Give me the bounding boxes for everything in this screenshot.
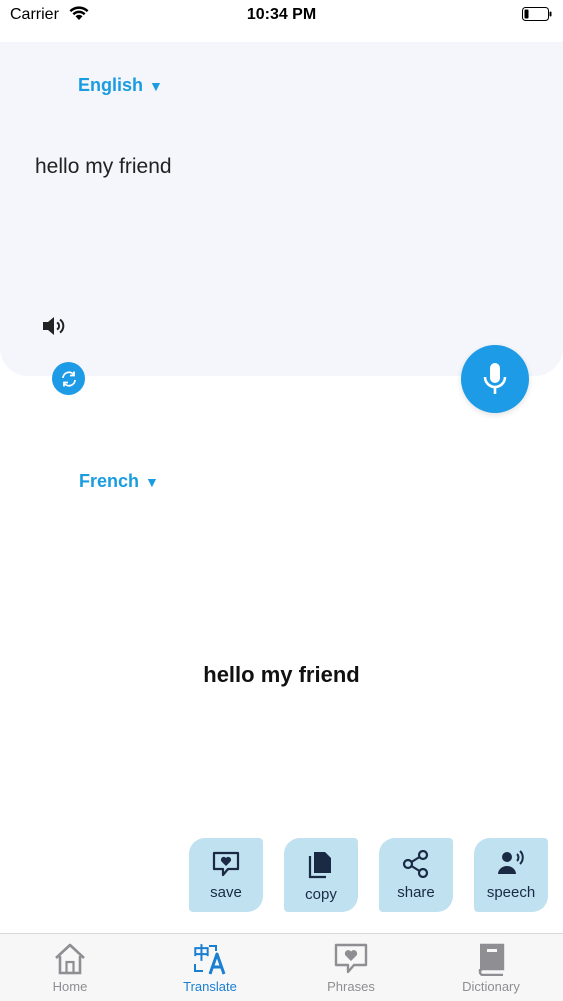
phrases-heart-bubble-icon (334, 943, 368, 974)
speech-label: speech (486, 884, 536, 901)
clock: 10:34 PM (246, 6, 317, 23)
caret-down-icon: ▼ (149, 77, 163, 94)
save-heart-bubble-icon (212, 851, 240, 877)
speaking-person-icon (498, 850, 524, 874)
speaker-icon[interactable] (42, 315, 68, 337)
tab-translate-label: Translate (183, 979, 237, 994)
tab-home[interactable]: Home (0, 934, 140, 1001)
save-button[interactable]: save (189, 838, 263, 912)
microphone-button[interactable] (461, 345, 529, 413)
home-icon (55, 943, 85, 975)
tab-dictionary-label: Dictionary (462, 979, 520, 994)
source-language-label: English (78, 75, 144, 95)
speech-button[interactable]: speech (474, 838, 548, 912)
tab-translate[interactable]: 中 Translate (140, 934, 280, 1001)
tab-phrases[interactable]: Phrases (281, 934, 421, 1001)
copy-label: copy (305, 886, 337, 903)
dictionary-book-icon (478, 943, 505, 976)
swap-languages-button[interactable] (52, 362, 85, 395)
swap-icon (61, 370, 76, 387)
source-panel: English ▼ hello my friend (0, 42, 563, 376)
tab-dictionary[interactable]: Dictionary (421, 934, 561, 1001)
copy-button[interactable]: copy (284, 838, 358, 912)
translated-text: hello my friend (203, 662, 360, 687)
share-button[interactable]: share (379, 838, 453, 912)
share-label: share (397, 884, 435, 901)
microphone-icon (483, 363, 507, 394)
caret-down-icon: ▼ (145, 473, 159, 490)
tab-bar: Home 中 Translate Phrases Dictionary (0, 933, 563, 1001)
target-language-selector[interactable]: French ▼ (79, 471, 159, 492)
status-bar: Carrier 10:34 PM (0, 0, 563, 32)
svg-text:中: 中 (193, 943, 210, 964)
save-label: save (210, 884, 242, 901)
source-language-selector[interactable]: English ▼ (78, 75, 163, 96)
target-language-label: French (79, 471, 140, 491)
battery-icon (522, 7, 552, 21)
copy-icon (308, 852, 331, 879)
translate-icon: 中 (193, 943, 226, 975)
tab-home-label: Home (52, 979, 88, 994)
share-icon (402, 850, 429, 878)
source-text-input[interactable]: hello my friend (35, 155, 172, 179)
tab-phrases-label: Phrases (327, 979, 375, 994)
